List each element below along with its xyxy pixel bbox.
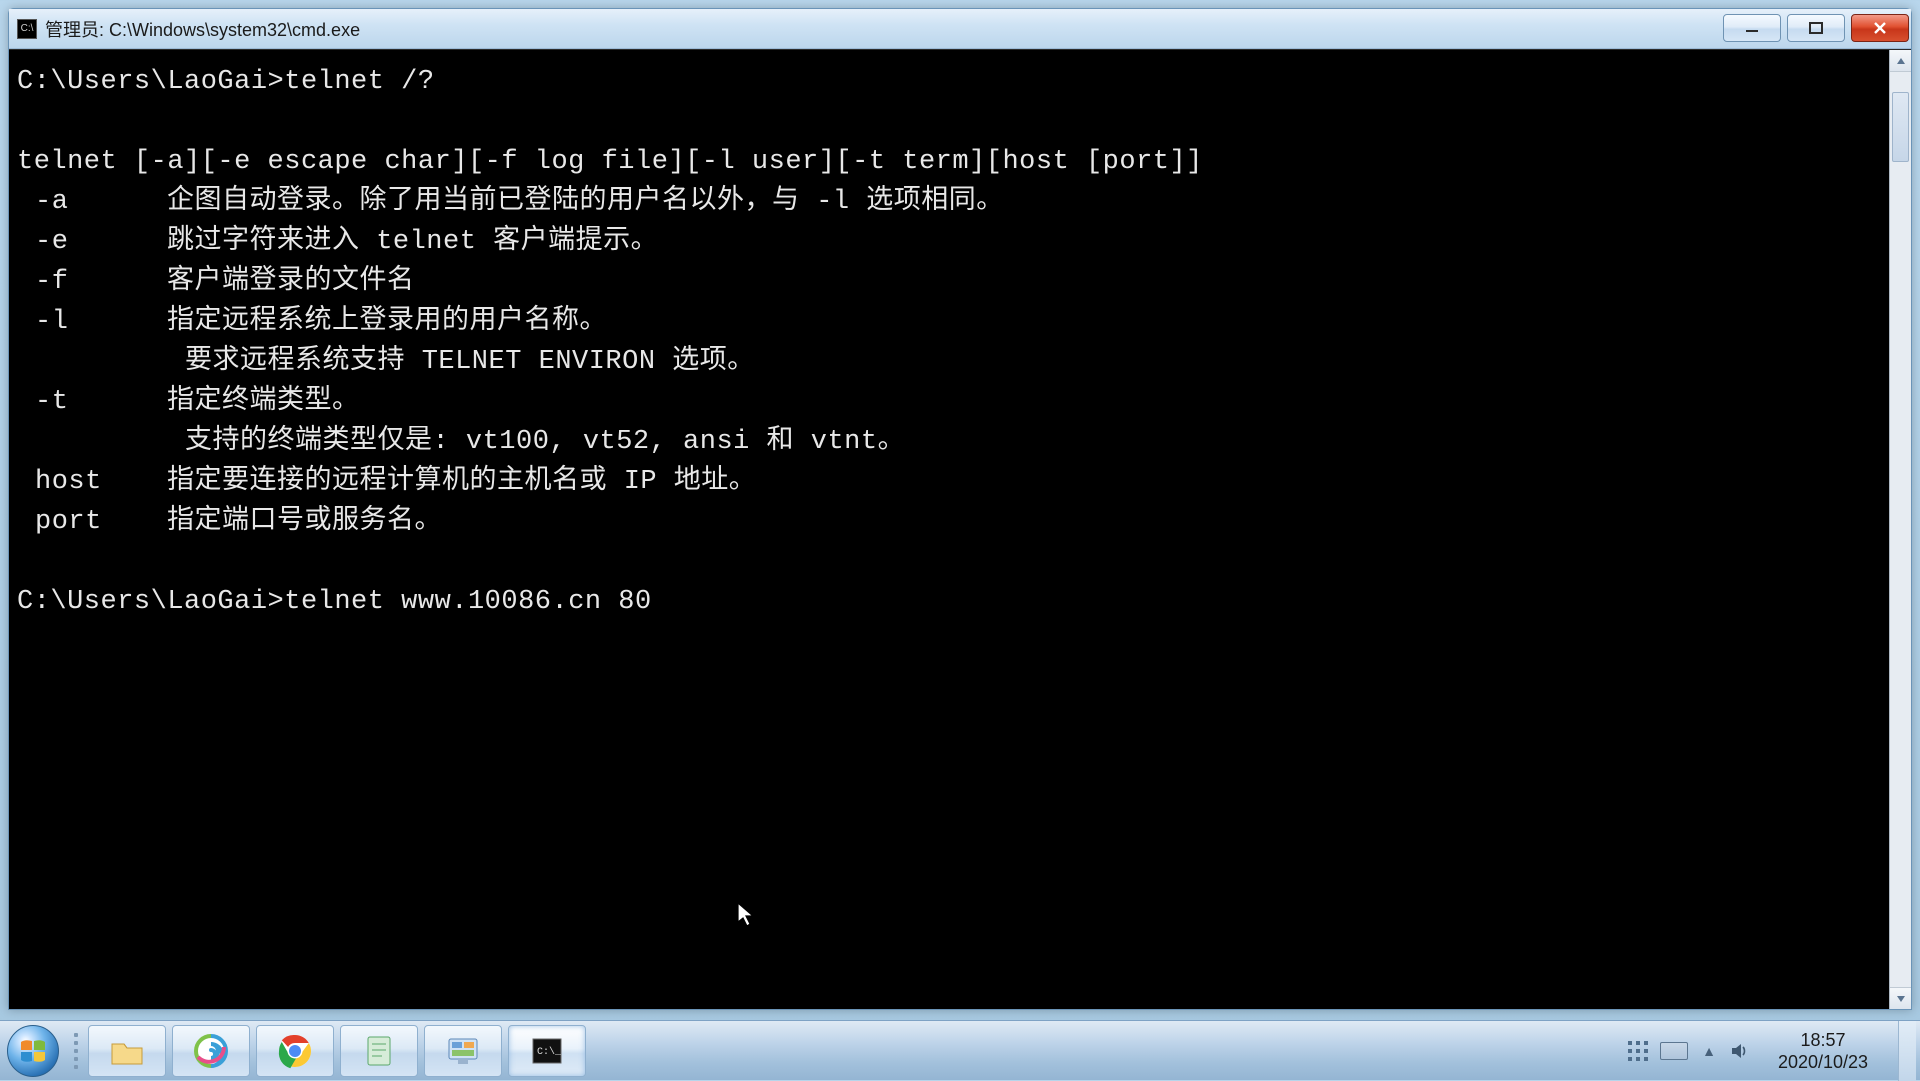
- volume-icon[interactable]: [1730, 1042, 1748, 1060]
- taskbar-item-chrome[interactable]: [256, 1025, 334, 1077]
- maximize-button[interactable]: [1787, 14, 1845, 42]
- tray-chevron-up-icon[interactable]: ▲: [1702, 1043, 1716, 1059]
- show-desktop-button[interactable]: [1898, 1021, 1916, 1081]
- opt-desc: 指定远程系统上登录用的用户名称。: [167, 307, 607, 337]
- keyboard-ime-icon[interactable]: [1660, 1042, 1688, 1060]
- scroll-thumb[interactable]: [1892, 92, 1909, 162]
- window-controls: [1717, 14, 1909, 44]
- cmd-icon: C:\_: [528, 1032, 566, 1070]
- command-text: telnet /?: [284, 67, 434, 97]
- opt-desc: 指定要连接的远程计算机的主机名或 IP 地址。: [167, 467, 756, 497]
- task-items: C:\_: [66, 1021, 586, 1080]
- command-text: telnet www.10086.cn 80: [284, 587, 651, 617]
- opt-desc: 指定端口号或服务名。: [167, 507, 442, 537]
- folder-icon: [108, 1032, 146, 1070]
- usage-line: telnet [-a][-e escape char][-f log file]…: [17, 147, 1203, 177]
- pinned-separator: [70, 1027, 82, 1075]
- opt-flag: -a: [17, 182, 167, 222]
- opt-flag: -t: [17, 382, 167, 422]
- window-title: 管理员: C:\Windows\system32\cmd.exe: [45, 16, 1717, 42]
- taskbar-item-file-explorer[interactable]: [88, 1025, 166, 1077]
- notepad-icon: [360, 1032, 398, 1070]
- close-button[interactable]: [1851, 14, 1909, 42]
- opt-desc: 企图自动登录。除了用当前已登陆的用户名以外，与 -l 选项相同。: [167, 187, 1004, 217]
- opt-flag: -l: [17, 302, 167, 342]
- cmd-window: C:\ 管理员: C:\Windows\system32\cmd.exe C:\…: [8, 8, 1912, 1010]
- opt-desc: 客户端登录的文件名: [167, 267, 415, 297]
- scroll-down-arrow-icon[interactable]: [1890, 987, 1911, 1009]
- opt-desc: 指定终端类型。: [167, 387, 360, 417]
- taskbar-clock[interactable]: 18:57 2020/10/23: [1758, 1025, 1888, 1077]
- scroll-track[interactable]: [1890, 72, 1911, 987]
- windows-logo-icon: [7, 1025, 59, 1077]
- titlebar[interactable]: C:\ 管理员: C:\Windows\system32\cmd.exe: [9, 9, 1911, 49]
- taskbar[interactable]: C:\_ ▲ 18:57 2020/10/23: [0, 1020, 1920, 1080]
- prompt: C:\Users\LaoGai>: [17, 587, 284, 617]
- cmd-icon: C:\: [17, 19, 37, 39]
- taskbar-item-control-panel[interactable]: [424, 1025, 502, 1077]
- opt-desc: 要求远程系统支持 TELNET ENVIRON 选项。: [185, 347, 755, 377]
- minimize-button[interactable]: [1723, 14, 1781, 42]
- clock-date: 2020/10/23: [1768, 1051, 1878, 1073]
- tray-overflow-icon[interactable]: [1628, 1031, 1650, 1071]
- prompt: C:\Users\LaoGai>: [17, 67, 284, 97]
- opt-flag: host: [17, 462, 167, 502]
- start-button[interactable]: [0, 1021, 66, 1080]
- opt-desc: 支持的终端类型仅是: vt100, vt52, ansi 和 vtnt。: [185, 427, 905, 457]
- opt-flag: -f: [17, 262, 167, 302]
- opt-flag: -e: [17, 222, 167, 262]
- client-area: C:\Users\LaoGai>telnet /? telnet [-a][-e…: [9, 49, 1911, 1009]
- taskbar-item-notepad[interactable]: [340, 1025, 418, 1077]
- opt-desc: 跳过字符来进入 telnet 客户端提示。: [167, 227, 658, 257]
- system-tray: ▲ 18:57 2020/10/23: [1628, 1021, 1920, 1080]
- terminal-output[interactable]: C:\Users\LaoGai>telnet /? telnet [-a][-e…: [9, 50, 1889, 1009]
- settings-panel-icon: [444, 1032, 482, 1070]
- svg-text:C:\_: C:\_: [537, 1046, 562, 1058]
- taskbar-item-cmd[interactable]: C:\_: [508, 1025, 586, 1077]
- swirl-browser-icon: [192, 1032, 230, 1070]
- scroll-up-arrow-icon[interactable]: [1890, 50, 1911, 72]
- taskbar-item-browser[interactable]: [172, 1025, 250, 1077]
- clock-time: 18:57: [1768, 1029, 1878, 1051]
- vertical-scrollbar[interactable]: [1889, 50, 1911, 1009]
- chrome-icon: [276, 1032, 314, 1070]
- opt-flag: port: [17, 502, 167, 542]
